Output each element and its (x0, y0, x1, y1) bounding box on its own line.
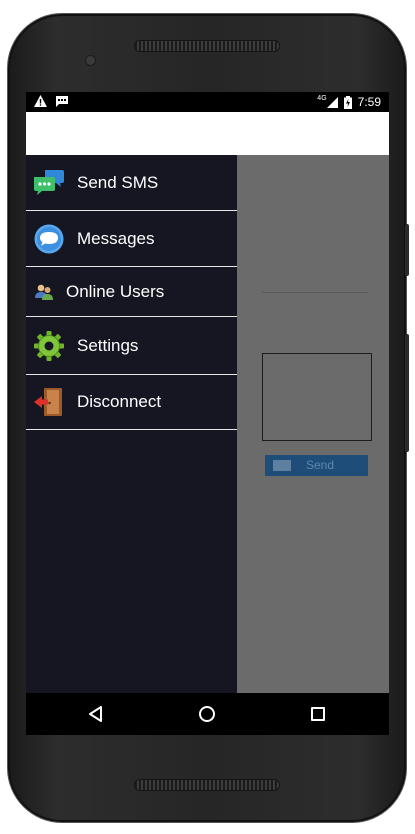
online-users-icon (35, 284, 53, 300)
status-bar: 4G 7:59 (26, 92, 389, 112)
drawer-item-label: Send SMS (77, 172, 159, 192)
message-input-underline (262, 292, 368, 293)
system-nav-bar (26, 693, 389, 735)
power-button (405, 334, 409, 452)
battery-icon (343, 95, 352, 109)
send-button[interactable]: Send (265, 455, 368, 476)
drawer-item-disconnect[interactable]: Disconnect (26, 375, 237, 430)
message-body-box (262, 353, 372, 441)
front-camera (86, 56, 95, 65)
signal-icon (326, 96, 338, 108)
app-bar (26, 112, 389, 155)
drawer-item-label: Disconnect (77, 392, 162, 411)
home-icon[interactable] (199, 706, 215, 722)
warning-icon (34, 95, 47, 107)
network-type: 4G (317, 94, 327, 102)
drawer-item-label: Online Users (66, 281, 165, 301)
drawer-item-label: Messages (77, 228, 155, 248)
device-screen: 4G 7:59 Send Send SMS Messages Online Us… (26, 92, 389, 735)
settings-icon (34, 331, 64, 361)
drawer-item-label: Settings (77, 335, 139, 355)
status-time: 7:59 (357, 95, 381, 109)
envelope-icon (273, 460, 291, 471)
send-sms-icon (34, 170, 64, 195)
navigation-drawer: Send SMS Messages Online Users Settings … (26, 155, 237, 693)
drawer-item-settings[interactable]: Settings (26, 317, 237, 375)
disconnect-icon (34, 388, 62, 416)
bottom-speaker (135, 780, 279, 790)
drawer-item-online-users[interactable]: Online Users (26, 267, 237, 317)
back-icon[interactable] (88, 706, 103, 722)
drawer-item-messages[interactable]: Messages (26, 211, 237, 267)
volume-button (405, 224, 409, 276)
drawer-item-send-sms[interactable]: Send SMS (26, 155, 237, 211)
messages-icon (34, 224, 64, 254)
sms-notification-icon (56, 96, 68, 107)
send-button-label: Send (306, 458, 335, 472)
top-speaker (135, 41, 279, 51)
recents-icon[interactable] (311, 707, 325, 721)
